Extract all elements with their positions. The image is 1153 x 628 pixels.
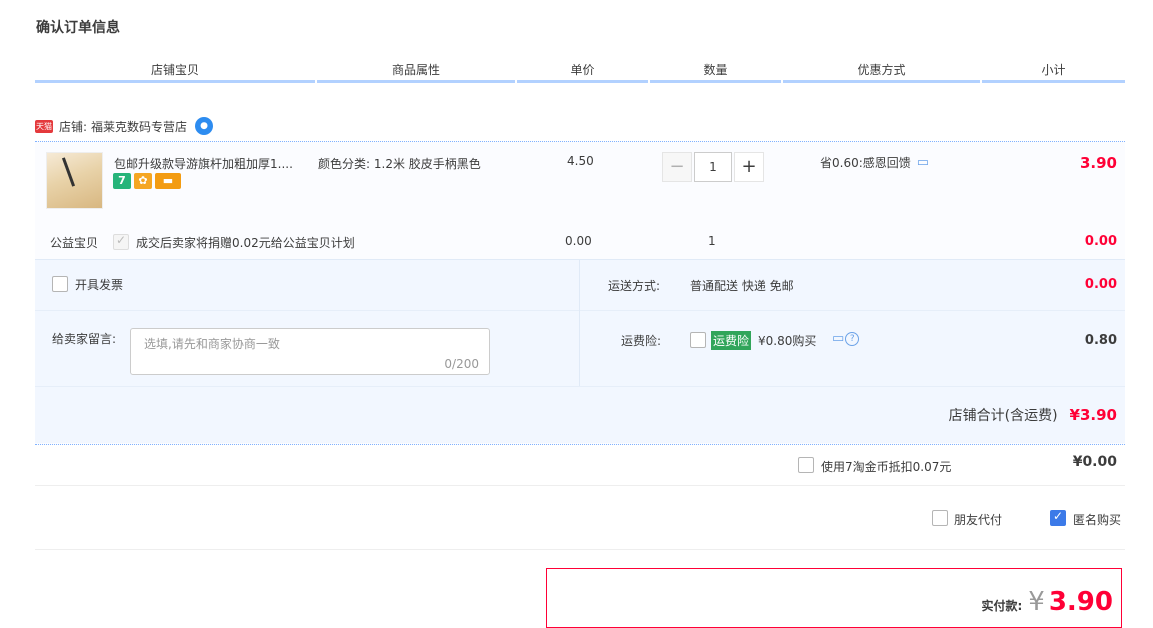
attr-value: 1.2米 胶皮手柄黑色 bbox=[373, 157, 481, 171]
divider-line bbox=[35, 549, 1125, 550]
quantity-stepper: − 1 + bbox=[662, 152, 764, 182]
insurance-label: 运费险: bbox=[621, 334, 662, 348]
insurance-icons: ▭ ? bbox=[832, 331, 860, 346]
shop-row: 天猫 店铺: 福莱克数码专营店 ● bbox=[35, 116, 214, 136]
comment-icon[interactable]: ▭ bbox=[917, 155, 929, 170]
coin-amount: ¥0.00 bbox=[1072, 454, 1117, 470]
check-icon: ✓ bbox=[116, 233, 127, 247]
invoice-checkbox[interactable] bbox=[52, 276, 68, 292]
discount-text: 省0.60:感恩回馈 bbox=[820, 156, 911, 170]
anonymous-label: 匿名购买 bbox=[1073, 513, 1122, 527]
divider-vertical bbox=[579, 260, 580, 386]
credit-card-icon: ▬ bbox=[155, 173, 181, 189]
page-title: 确认订单信息 bbox=[36, 20, 120, 36]
friend-pay-checkbox[interactable] bbox=[932, 510, 948, 526]
invoice-label: 开具发票 bbox=[75, 278, 124, 292]
column-unit-price: 单价 bbox=[517, 60, 648, 83]
message-placeholder: 选填,请先和商家协商一致 bbox=[144, 337, 280, 351]
payment-total: 实付款: ¥ 3.90 bbox=[981, 587, 1113, 617]
divider-line bbox=[35, 310, 1125, 311]
insurance-price: ¥0.80购买 bbox=[758, 334, 817, 348]
shipping-amount: 0.00 bbox=[1084, 277, 1117, 292]
seven-day-return-icon: 7 bbox=[113, 173, 131, 189]
column-subtotal: 小计 bbox=[982, 60, 1125, 83]
shop-total-amount: ¥3.90 bbox=[1069, 406, 1117, 424]
attr-label: 颜色分类: bbox=[318, 157, 371, 171]
unit-price: 4.50 bbox=[567, 154, 594, 168]
gift-icon: ✿ bbox=[134, 173, 152, 189]
help-icon[interactable]: ? bbox=[845, 331, 860, 346]
divider-line bbox=[35, 485, 1125, 486]
insurance-checkbox[interactable] bbox=[690, 332, 706, 348]
charity-checkbox: ✓ bbox=[113, 233, 129, 250]
shipping-method: 普通配送 快递 免邮 bbox=[690, 279, 794, 293]
coin-checkbox[interactable] bbox=[798, 457, 814, 473]
increase-button[interactable]: + bbox=[734, 152, 764, 182]
tmall-badge: 天猫 bbox=[35, 119, 53, 133]
check-icon: ✓ bbox=[1053, 509, 1064, 523]
chat-icon[interactable]: ● bbox=[195, 117, 214, 135]
coin-text: 使用7淘金币抵扣0.07元 bbox=[821, 460, 952, 474]
product-title-link[interactable]: 包邮升级款导游旗杆加粗加厚1.... bbox=[114, 155, 293, 172]
charity-text: 成交后卖家将捐赠0.02元给公益宝贝计划 bbox=[136, 236, 355, 250]
column-header: 店铺宝贝 商品属性 单价 数量 优惠方式 小计 bbox=[35, 60, 1125, 84]
insurance-tag: 运费险 bbox=[711, 331, 752, 350]
message-label: 给卖家留言: bbox=[52, 332, 117, 346]
friend-pay-label: 朋友代付 bbox=[954, 513, 1003, 527]
payment-currency: ¥ bbox=[1028, 587, 1045, 617]
payment-box: 实付款: ¥ 3.90 bbox=[546, 568, 1122, 628]
service-badges: 7 ✿ ▬ bbox=[113, 173, 184, 189]
column-attributes: 商品属性 bbox=[317, 60, 515, 83]
item-subtotal: 3.90 bbox=[1079, 154, 1117, 172]
product-thumbnail[interactable] bbox=[46, 152, 103, 209]
product-attributes: 颜色分类: 1.2米 胶皮手柄黑色 bbox=[318, 155, 481, 172]
shop-total: 店铺合计(含运费) ¥3.90 bbox=[949, 405, 1117, 425]
message-textarea[interactable]: 选填,请先和商家协商一致 0/200 bbox=[130, 328, 490, 375]
payment-amount: 3.90 bbox=[1048, 587, 1113, 617]
message-counter: 0/200 bbox=[444, 357, 479, 371]
column-quantity: 数量 bbox=[650, 60, 781, 83]
divider-line bbox=[35, 259, 1125, 260]
shop-total-label: 店铺合计(含运费) bbox=[948, 408, 1058, 424]
anonymous-checkbox[interactable]: ✓ bbox=[1050, 509, 1066, 526]
charity-price: 0.00 bbox=[565, 234, 592, 248]
column-shop-items: 店铺宝贝 bbox=[35, 60, 315, 83]
charity-subtotal: 0.00 bbox=[1084, 234, 1117, 249]
payment-label: 实付款: bbox=[981, 599, 1023, 613]
shop-label: 店铺: bbox=[59, 119, 88, 134]
insurance-amount: 0.80 bbox=[1084, 333, 1117, 348]
decrease-button[interactable]: − bbox=[662, 152, 692, 182]
divider-line bbox=[35, 386, 1125, 387]
discount-info: 省0.60:感恩回馈 ▭ bbox=[820, 154, 929, 171]
column-discount: 优惠方式 bbox=[783, 60, 980, 83]
comment-icon[interactable]: ▭ bbox=[832, 331, 844, 346]
charity-quantity: 1 bbox=[708, 234, 716, 248]
shipping-label: 运送方式: bbox=[608, 279, 661, 293]
charity-label: 公益宝贝 bbox=[50, 236, 99, 250]
shop-name-link[interactable]: 福莱克数码专营店 bbox=[91, 118, 187, 135]
quantity-input[interactable]: 1 bbox=[694, 152, 732, 182]
